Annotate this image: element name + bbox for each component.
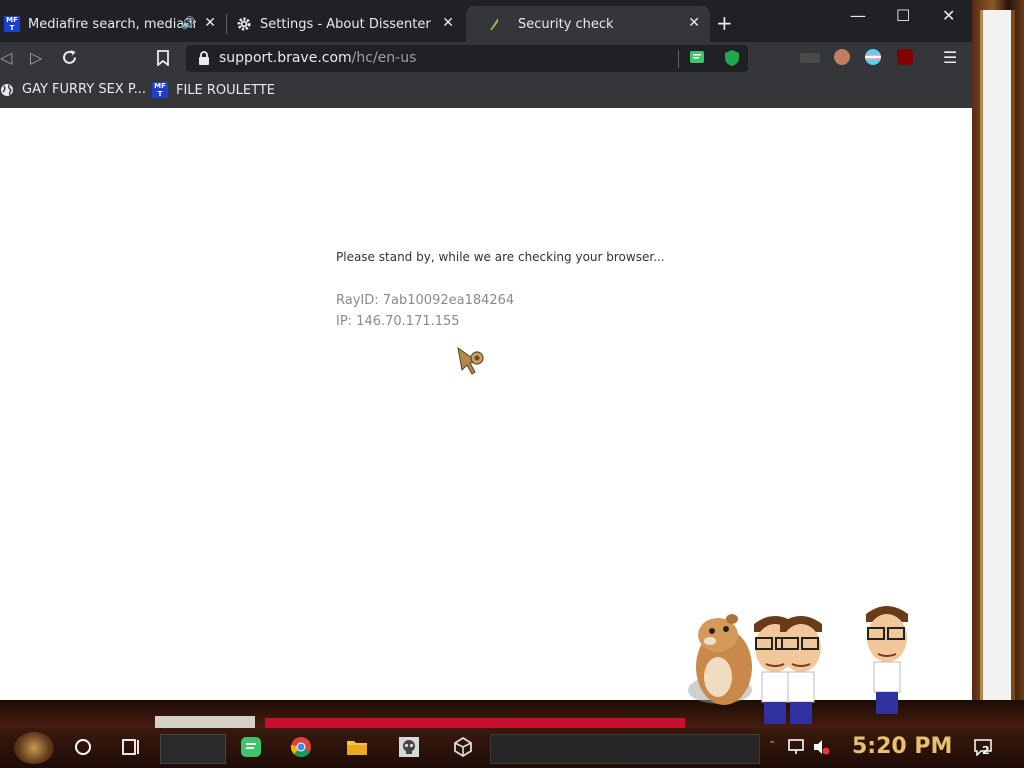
extension-placeholder-icon[interactable] (800, 53, 820, 63)
tab-close-button[interactable]: ✕ (688, 15, 700, 31)
background-window-edge (980, 10, 1015, 700)
cortana-icon[interactable] (72, 736, 94, 758)
mediafire-icon: MF T (152, 82, 168, 98)
tab-strip: MF T Mediafire search, mediafire 🔊 ✕ Sett… (0, 0, 972, 42)
menu-icon[interactable]: ☰ (943, 48, 957, 67)
forward-button[interactable]: ▷ (30, 48, 42, 67)
bookmark-item[interactable]: GAY FURRY SEX P... (0, 82, 146, 97)
bookmark-label: GAY FURRY SEX P... (22, 82, 147, 97)
taskbar-clock[interactable]: 5:20 PM (852, 734, 952, 759)
tab-close-button[interactable]: ✕ (204, 15, 216, 31)
minimize-button[interactable]: — (850, 6, 866, 25)
gear-icon (237, 17, 251, 31)
show-hidden-icons-icon[interactable]: ⌃ (768, 740, 776, 751)
notification-count: 2 (982, 744, 990, 757)
tab-title: Mediafire search, mediafire (28, 16, 196, 32)
bookmark-icon[interactable] (157, 50, 169, 66)
address-bar[interactable]: support.brave.com/hc/en-us (186, 45, 748, 72)
desktop-wallpaper-right (972, 0, 1024, 710)
speaker-muted-icon[interactable] (812, 738, 830, 756)
new-tab-button[interactable]: + (716, 13, 733, 33)
bookmark-label: FILE ROULETTE (176, 82, 276, 98)
tab-title: Settings - About Dissenter (260, 16, 431, 32)
skull-app-icon[interactable] (398, 736, 420, 758)
cursor-busy-icon (457, 346, 484, 375)
speaker-icon[interactable]: 🔊 (181, 16, 196, 30)
tab-security-check[interactable]: Security check ✕ (466, 6, 710, 42)
task-view-icon[interactable] (120, 736, 142, 758)
tab-title: Security check (518, 16, 614, 32)
omnibox-separator (678, 50, 679, 68)
dissenter-app-icon[interactable] (240, 736, 262, 758)
url-text: support.brave.com/hc/en-us (219, 50, 416, 66)
tab-close-button[interactable]: ✕ (442, 15, 454, 31)
back-button[interactable]: ◁ (0, 48, 12, 67)
unity-icon[interactable] (452, 736, 474, 758)
network-icon[interactable] (787, 738, 805, 756)
url-path: /hc/en-us (351, 50, 417, 66)
lock-icon[interactable] (198, 51, 210, 65)
leaf-icon (490, 18, 498, 30)
shield-icon[interactable] (724, 49, 740, 67)
browser-window: MF T Mediafire search, mediafire 🔊 ✕ Sett… (0, 0, 972, 700)
tab-separator (226, 14, 227, 34)
ray-id: RayID: 7ab10092ea184264 (336, 293, 515, 308)
flag-extension-icon[interactable] (865, 49, 881, 65)
tab-settings-about-dissenter[interactable]: Settings - About Dissenter ✕ (228, 6, 464, 42)
url-host: support.brave.com (219, 50, 352, 66)
hank-hill-desktop-pet (866, 606, 908, 714)
mediafire-icon: MF T (4, 16, 20, 32)
taskbar: ⌃ 5:20 PM 2 (0, 728, 1024, 768)
bookmark-item[interactable]: MF T FILE ROULETTE (152, 82, 275, 98)
maximize-button[interactable]: ☐ (896, 6, 910, 25)
bookmarks-bar: GAY FURRY SEX P... MF T FILE ROULETTE (0, 74, 972, 108)
tab-mediafire-search[interactable]: MF T Mediafire search, mediafire 🔊 ✕ (0, 6, 226, 42)
browser-toolbar: ◁ ▷ support.brave.com/hc/en-us ☰ (0, 42, 972, 74)
chrome-icon[interactable] (290, 736, 312, 758)
taskbar-search-box[interactable] (160, 734, 226, 764)
ublock-origin-icon[interactable] (897, 49, 913, 65)
start-button[interactable] (14, 732, 54, 764)
hank-hill-desktop-pet (780, 616, 822, 724)
avatar-extension-icon[interactable] (834, 49, 850, 65)
globe-icon (1, 83, 13, 96)
file-explorer-icon[interactable] (346, 736, 368, 758)
taskbar-toolbar (490, 734, 760, 764)
browser-check-message: Please stand by, while we are checking y… (336, 250, 665, 264)
reload-icon[interactable] (61, 49, 78, 66)
close-window-button[interactable]: ✕ (942, 6, 955, 25)
dissenter-comment-icon[interactable] (689, 50, 705, 66)
ip-address: IP: 146.70.171.155 (336, 314, 460, 329)
